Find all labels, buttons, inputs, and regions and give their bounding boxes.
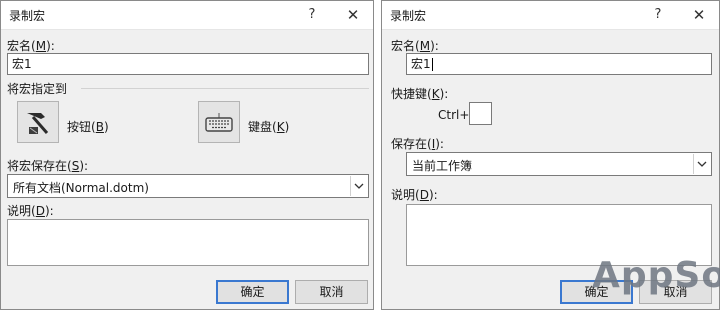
close-icon[interactable]: ✕ xyxy=(689,5,709,25)
store-macro-value: 所有文档(Normal.dotm) xyxy=(13,181,149,195)
ctrl-prefix: Ctrl+ xyxy=(438,108,470,122)
close-icon[interactable]: ✕ xyxy=(343,5,363,25)
title-bar: 录制宏 ? ✕ xyxy=(1,1,373,30)
dialog-title: 录制宏 xyxy=(9,9,46,23)
store-macro-value: 当前工作簿 xyxy=(412,159,473,173)
assign-to-label: 将宏指定到 xyxy=(7,82,68,96)
chevron-down-icon[interactable] xyxy=(693,154,710,174)
shortcut-key-input[interactable] xyxy=(469,102,492,125)
title-bar: 录制宏 ? ✕ xyxy=(382,1,719,30)
text-caret xyxy=(431,58,433,71)
store-macro-select[interactable]: 所有文档(Normal.dotm) xyxy=(7,174,369,198)
keyboard-icon xyxy=(205,113,233,132)
description-input[interactable] xyxy=(7,219,369,266)
macro-name-label: 宏名(M): xyxy=(391,39,439,53)
macro-name-label: 宏名(M): xyxy=(7,39,55,53)
chevron-down-icon[interactable] xyxy=(350,176,367,196)
help-icon[interactable]: ? xyxy=(648,5,668,25)
record-macro-dialog-word: 录制宏 ? ✕ 宏名(M): 宏1 将宏指定到 按钮(B) 键盘(K) 将宏保存… xyxy=(0,0,374,310)
store-macro-select[interactable]: 当前工作簿 xyxy=(406,152,712,176)
assign-button-option[interactable] xyxy=(17,101,59,143)
description-label: 说明(D): xyxy=(391,188,438,202)
ok-button[interactable]: 确定 xyxy=(216,280,289,304)
description-label: 说明(D): xyxy=(7,204,54,218)
help-icon[interactable]: ? xyxy=(302,5,322,25)
dialog-title: 录制宏 xyxy=(390,9,427,23)
store-macro-label: 保存在(I): xyxy=(391,137,444,151)
shortcut-key-label: 快捷键(K): xyxy=(391,87,449,101)
button-option-label: 按钮(B) xyxy=(67,120,109,134)
macro-name-input[interactable]: 宏1 xyxy=(7,53,369,75)
store-macro-label: 将宏保存在(S): xyxy=(7,159,89,173)
assign-keyboard-option[interactable] xyxy=(198,101,240,143)
macro-name-input[interactable]: 宏1 xyxy=(406,53,712,75)
hammer-icon xyxy=(27,113,49,134)
keyboard-option-label: 键盘(K) xyxy=(248,120,290,134)
appso-watermark: AppSo xyxy=(592,255,720,296)
group-divider xyxy=(81,88,369,89)
cancel-button[interactable]: 取消 xyxy=(295,280,368,304)
